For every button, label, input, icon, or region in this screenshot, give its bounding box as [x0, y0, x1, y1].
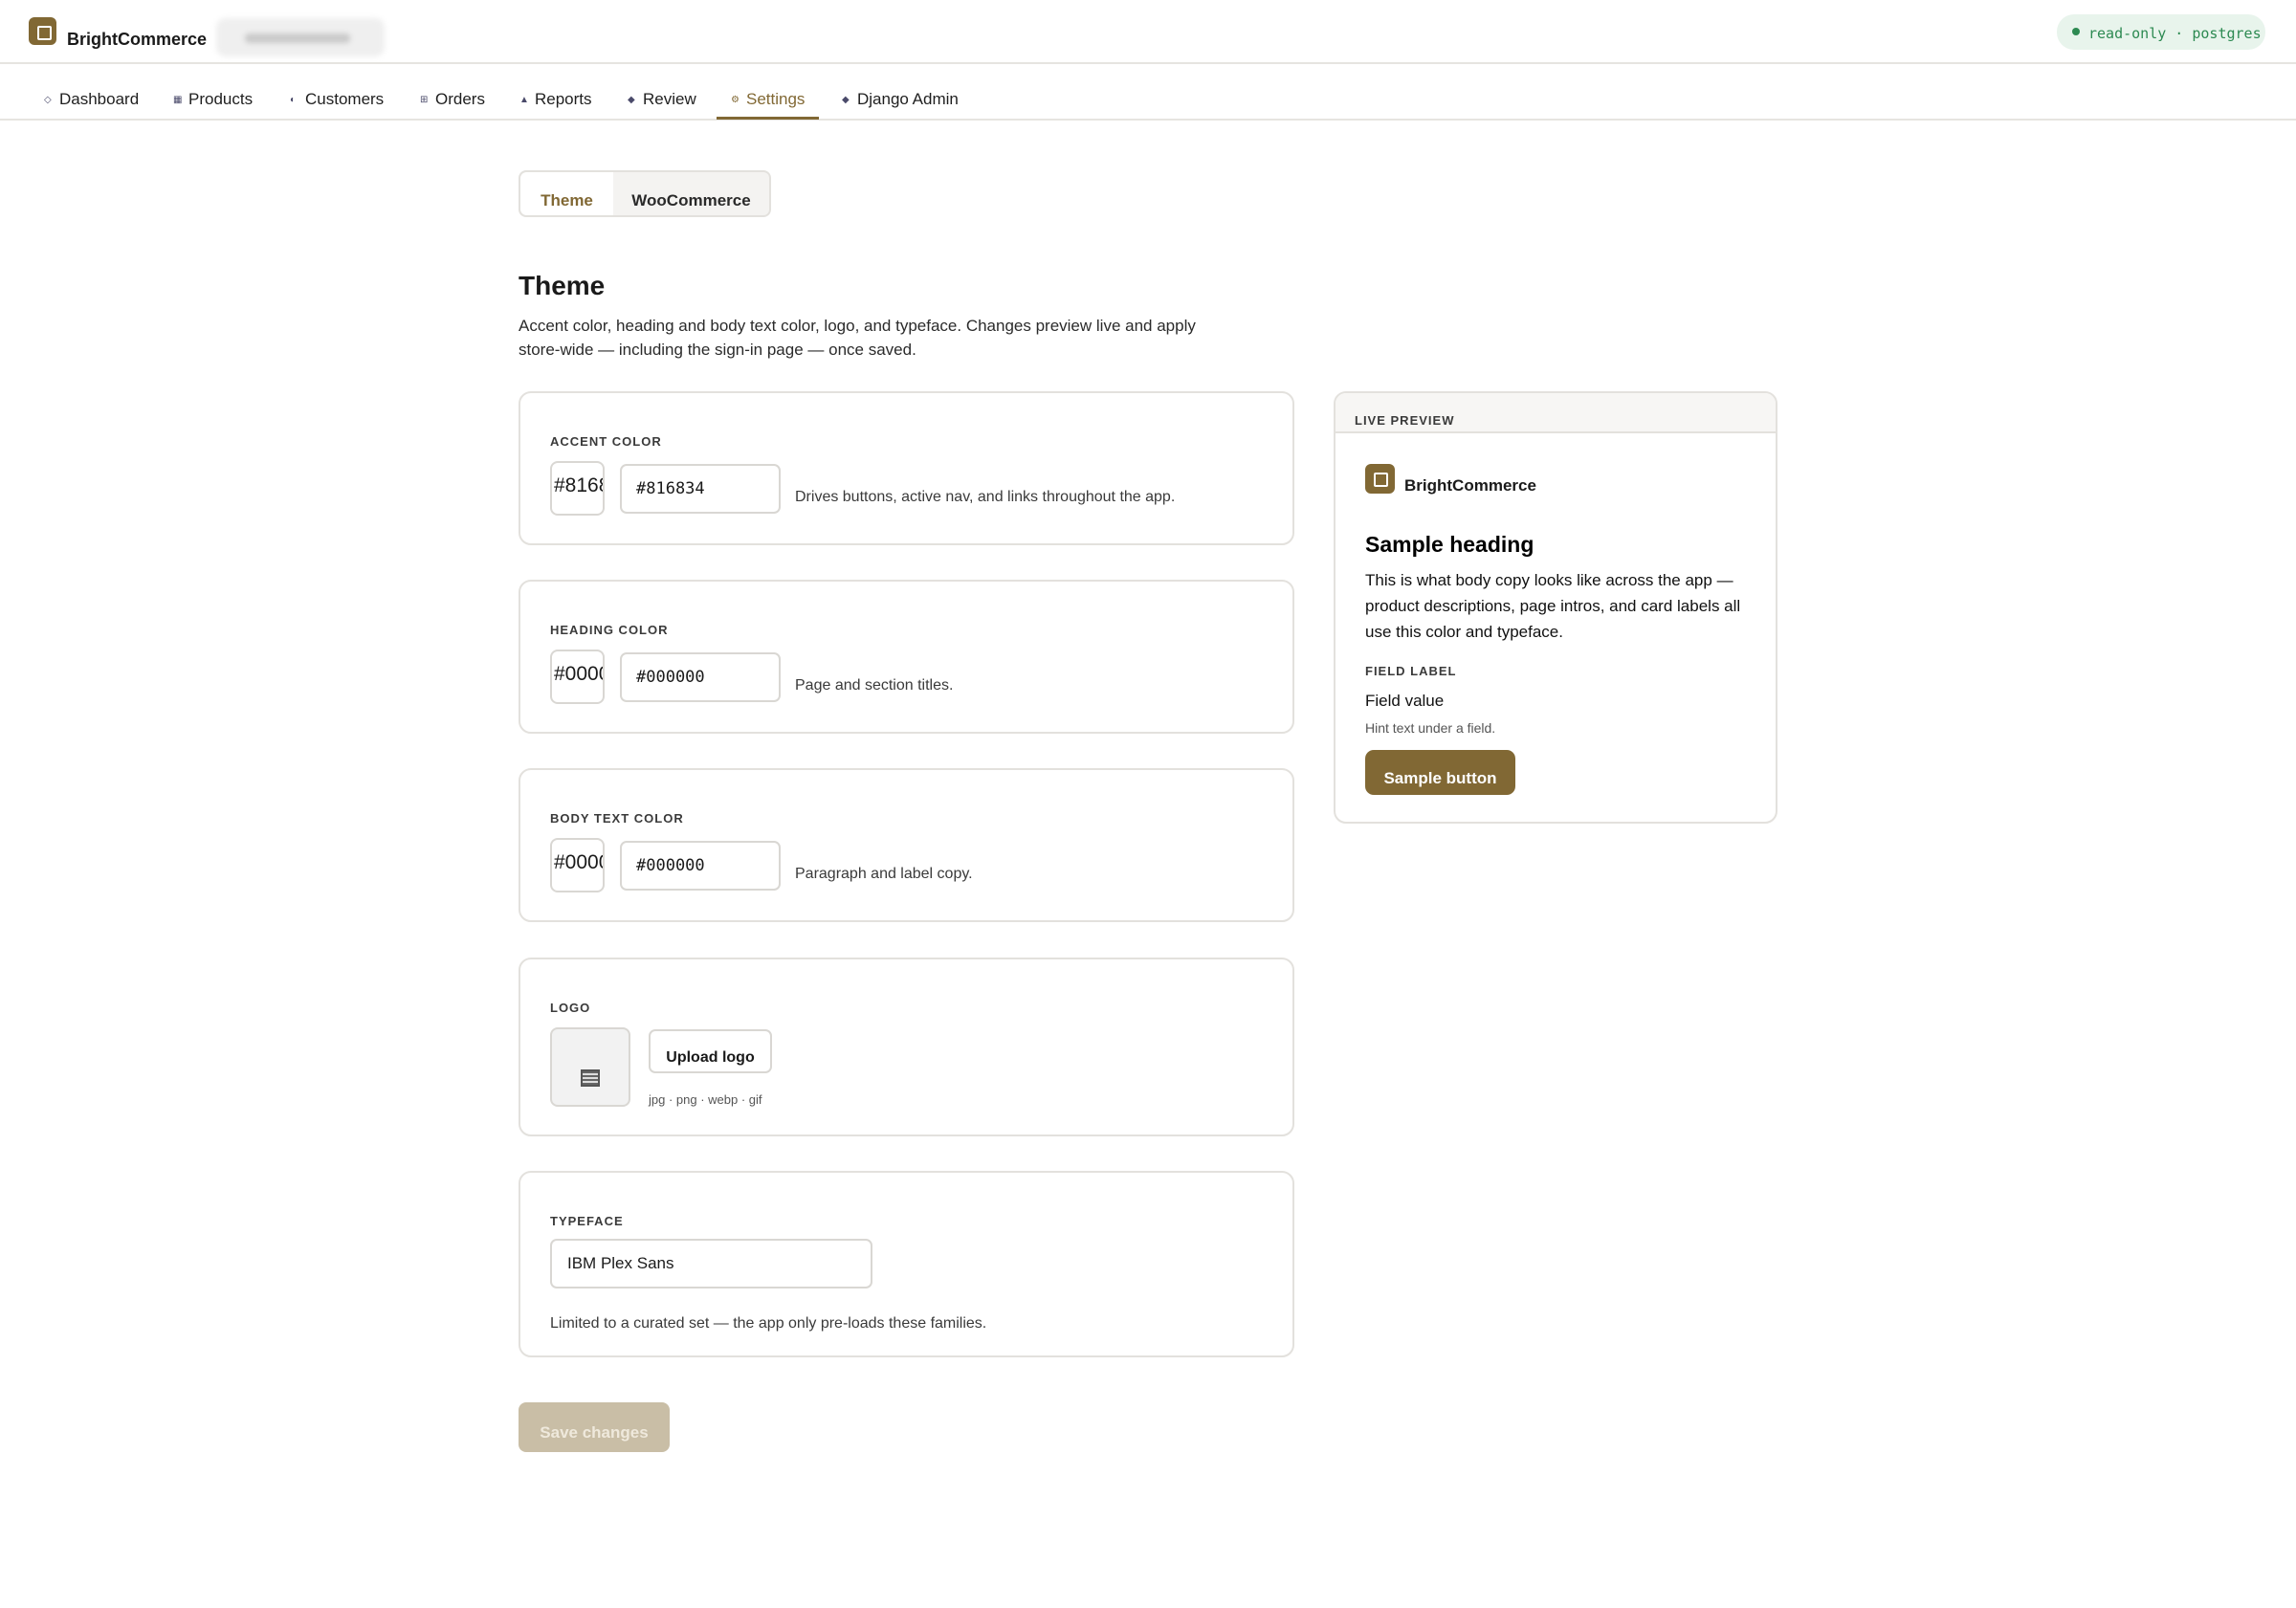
- card-label: TYPEFACE: [550, 1214, 624, 1228]
- redacted-store-selector[interactable]: [216, 18, 385, 56]
- diamond-icon: ◆: [628, 95, 635, 105]
- logo-formats: jpg · png · webp · gif: [649, 1092, 762, 1107]
- settings-tabs: Theme WooCommerce: [519, 170, 771, 217]
- body-hex-input[interactable]: #000000: [620, 841, 781, 891]
- live-preview-panel: LIVE PREVIEW BrightCommerce Sample headi…: [1334, 391, 1777, 824]
- preview-header: LIVE PREVIEW: [1336, 393, 1776, 433]
- accent-hint: Drives buttons, active nav, and links th…: [795, 489, 1176, 505]
- preview-logo-icon: [1365, 464, 1395, 494]
- preview-sample-button[interactable]: Sample button: [1365, 750, 1515, 795]
- body-color-card: BODY TEXT COLOR #000000 #000000 Paragrap…: [519, 768, 1294, 922]
- triangle-icon: ▲: [519, 95, 529, 105]
- nav-label: Customers: [305, 90, 385, 108]
- page-title: Theme: [519, 271, 606, 300]
- connection-badge: read-only · postgres: [2057, 14, 2265, 50]
- preview-title: LIVE PREVIEW: [1355, 413, 1455, 428]
- heading-hex-input[interactable]: #000000: [620, 652, 781, 702]
- logo-card: LOGO Upload logo jpg · png · webp · gif: [519, 958, 1294, 1136]
- heading-color-swatch[interactable]: #000000: [550, 650, 605, 704]
- card-label: ACCENT COLOR: [550, 434, 662, 449]
- preview-body: This is what body copy looks like across…: [1365, 571, 1741, 641]
- nav-customers[interactable]: ◐ Customers: [290, 90, 384, 119]
- status-dot-icon: [2072, 28, 2080, 35]
- typeface-select[interactable]: IBM Plex Sans: [550, 1239, 872, 1289]
- brand-name[interactable]: BrightCommerce: [67, 30, 207, 50]
- nav-label: Dashboard: [59, 90, 140, 108]
- card-label: LOGO: [550, 1001, 591, 1015]
- main-nav: ◇ Dashboard ▦ Products ◐ Customers ⊞ Orders …: [0, 65, 2296, 121]
- typeface-card: TYPEFACE IBM Plex Sans Limited to a cura…: [519, 1171, 1294, 1357]
- nav-django-admin[interactable]: ◆ Django Admin: [842, 90, 959, 119]
- nav-label: Review: [643, 90, 696, 108]
- heading-color-card: HEADING COLOR #000000 #000000 Page and s…: [519, 580, 1294, 734]
- nav-products[interactable]: ▦ Products: [173, 90, 253, 119]
- preview-field-value: Field value: [1365, 692, 1445, 710]
- top-bar: BrightCommerce read-only · postgres: [0, 0, 2296, 64]
- nav-settings[interactable]: ⚙ Settings: [717, 90, 820, 120]
- grid-icon: ▦: [173, 95, 183, 105]
- diamond-outline-icon: ◇: [44, 95, 52, 105]
- preview-field-label: FIELD LABEL: [1365, 664, 1457, 678]
- brand-logo-icon[interactable]: [29, 17, 56, 45]
- gear-icon: ⚙: [731, 95, 740, 105]
- nav-reports[interactable]: ▲ Reports: [519, 90, 592, 119]
- tab-woocommerce[interactable]: WooCommerce: [613, 172, 769, 215]
- upload-logo-button[interactable]: Upload logo: [649, 1029, 772, 1073]
- image-icon: [581, 1069, 600, 1087]
- card-label: BODY TEXT COLOR: [550, 811, 684, 826]
- nav-dashboard[interactable]: ◇ Dashboard: [44, 90, 139, 119]
- body-color-swatch[interactable]: #000000: [550, 838, 605, 892]
- accent-color-card: ACCENT COLOR #816834 #816834 Drives butt…: [519, 391, 1294, 545]
- save-button[interactable]: Save changes: [519, 1402, 670, 1452]
- tab-theme[interactable]: Theme: [520, 172, 613, 215]
- card-label: HEADING COLOR: [550, 623, 669, 637]
- nav-label: Django Admin: [857, 90, 959, 108]
- heading-hint: Page and section titles.: [795, 677, 954, 694]
- preview-brand: BrightCommerce: [1404, 476, 1536, 495]
- typeface-hint: Limited to a curated set — the app only …: [550, 1315, 987, 1332]
- nav-label: Products: [188, 90, 254, 108]
- preview-hint: Hint text under a field.: [1365, 720, 1496, 736]
- half-circle-icon: ◐: [290, 95, 297, 105]
- preview-heading: Sample heading: [1365, 532, 1534, 557]
- nav-label: Settings: [746, 90, 806, 108]
- connection-label: read-only · postgres: [2088, 25, 2262, 42]
- accent-color-swatch[interactable]: #816834: [550, 461, 605, 516]
- nav-orders[interactable]: ⊞ Orders: [420, 90, 485, 119]
- nav-label: Reports: [535, 90, 592, 108]
- nav-review[interactable]: ◆ Review: [628, 90, 696, 119]
- body-hint: Paragraph and label copy.: [795, 866, 973, 882]
- page-description: Accent color, heading and body text colo…: [519, 317, 1196, 359]
- logo-placeholder: [550, 1027, 630, 1107]
- diamond-icon: ◆: [842, 95, 850, 105]
- accent-hex-input[interactable]: #816834: [620, 464, 781, 514]
- grid-small-icon: ⊞: [420, 95, 429, 105]
- nav-label: Orders: [435, 90, 485, 108]
